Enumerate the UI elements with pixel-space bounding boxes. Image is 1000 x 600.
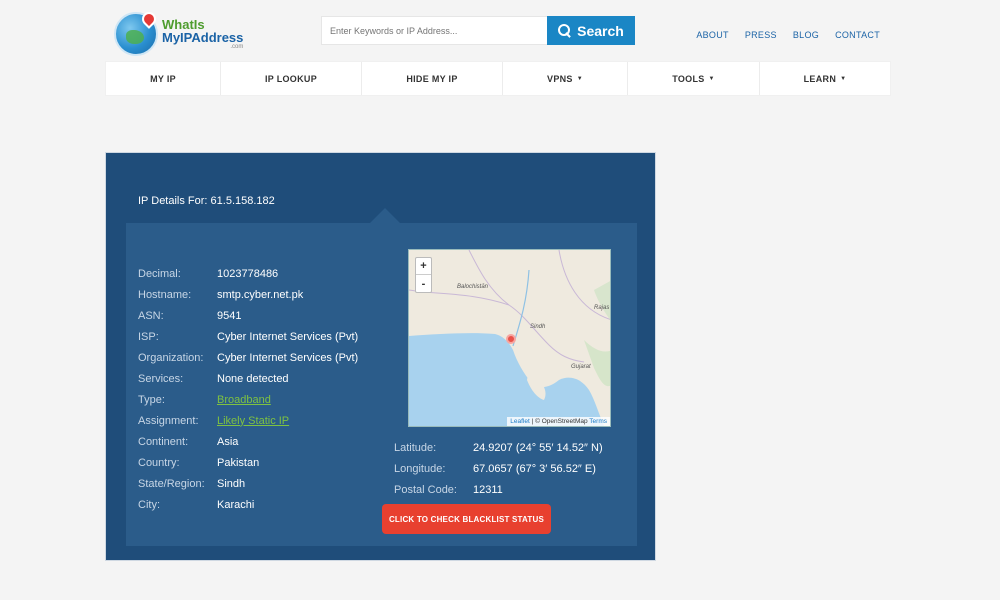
detail-label: ISP: <box>138 330 159 343</box>
detail-row-state: State/Region: Sindh <box>138 473 358 494</box>
terms-link[interactable]: Terms <box>589 418 607 425</box>
detail-value: smtp.cyber.net.pk <box>217 288 304 301</box>
geo-label: Latitude: <box>394 441 437 454</box>
detail-row-continent: Continent: Asia <box>138 431 358 452</box>
panel-notch <box>370 208 400 223</box>
osm-credit: | © OpenStreetMap <box>529 418 590 425</box>
geo-value: 12311 <box>473 483 503 496</box>
detail-label: Assignment: <box>138 414 199 427</box>
blog-link[interactable]: BLOG <box>793 30 819 40</box>
check-blacklist-button[interactable]: CLICK TO CHECK BLACKLIST STATUS <box>382 504 551 534</box>
leaflet-link[interactable]: Leaflet <box>510 418 530 425</box>
detail-value: 9541 <box>217 309 242 322</box>
detail-row-decimal: Decimal: 1023778486 <box>138 263 358 284</box>
detail-value: Cyber Internet Services (Pvt) <box>217 351 359 364</box>
location-pin-icon <box>139 9 159 29</box>
search-input[interactable] <box>321 16 548 45</box>
nav-ip-lookup-label: IP LOOKUP <box>264 73 318 84</box>
map-label-sindh: Sindh <box>530 324 546 330</box>
detail-row-hostname: Hostname: smtp.cyber.net.pk <box>138 284 358 305</box>
nav-learn-label: LEARN <box>803 73 837 84</box>
zoom-in-button[interactable]: + <box>416 258 431 275</box>
detail-row-asn: ASN: 9541 <box>138 305 358 326</box>
detail-value: 1023778486 <box>217 267 279 280</box>
ip-details-list: Decimal: 1023778486 Hostname: smtp.cyber.n… <box>138 263 358 515</box>
search-icon <box>558 24 571 37</box>
detail-row-type: Type: Broadband <box>138 389 358 410</box>
geo-label: Longitude: <box>394 462 446 475</box>
logo-text: WhatIs MyIPAddress .com <box>162 18 243 50</box>
geo-row-longitude: Longitude: 67.0657 (67° 3′ 56.52″ E) <box>394 458 603 479</box>
about-link[interactable]: ABOUT <box>696 30 729 40</box>
nav-vpns[interactable]: VPNS ▼ <box>503 62 628 95</box>
detail-value: None detected <box>217 372 289 385</box>
globe-icon <box>114 9 159 56</box>
nav-tools[interactable]: TOOLS ▼ <box>628 62 760 95</box>
search-button[interactable]: Search <box>547 16 635 45</box>
nav-my-ip[interactable]: MY IP <box>106 62 221 95</box>
contact-link[interactable]: CONTACT <box>835 30 880 40</box>
dropdown-caret-icon: ▼ <box>840 75 847 82</box>
logo-line-2: MyIPAddress <box>162 30 244 45</box>
main-navbar: MY IP IP LOOKUP HIDE MY IP VPNS ▼ TOOLS ▼ … <box>105 61 891 96</box>
press-link[interactable]: PRESS <box>745 30 777 40</box>
type-link[interactable]: Broadband <box>217 394 271 406</box>
map-label-balochistan: Balochistān <box>457 284 489 290</box>
location-map[interactable]: + - Balochistān Sindh Rajas Gujarat Leaf… <box>408 249 611 427</box>
detail-value: Cyber Internet Services (Pvt) <box>217 330 359 343</box>
detail-row-services: Services: None detected <box>138 368 358 389</box>
ip-details-body: Decimal: 1023778486 Hostname: smtp.cyber.n… <box>126 223 637 546</box>
geo-row-latitude: Latitude: 24.9207 (24° 55′ 14.52″ N) <box>394 437 603 458</box>
nav-tools-label: TOOLS <box>672 73 705 84</box>
map-zoom-control: + - <box>415 257 432 293</box>
detail-label: ASN: <box>138 309 164 322</box>
geo-value: 24.9207 (24° 55′ 14.52″ N) <box>473 441 603 454</box>
geo-label: Postal Code: <box>394 483 457 496</box>
zoom-out-button[interactable]: - <box>416 275 431 292</box>
detail-label: Country: <box>138 456 180 469</box>
detail-label: Hostname: <box>138 288 192 301</box>
dropdown-caret-icon: ▼ <box>708 75 715 82</box>
nav-ip-lookup[interactable]: IP LOOKUP <box>221 62 362 95</box>
nav-hide-my-ip[interactable]: HIDE MY IP <box>362 62 503 95</box>
dropdown-caret-icon: ▼ <box>576 75 583 82</box>
detail-value: Sindh <box>217 477 246 490</box>
search-button-label: Search <box>577 22 624 39</box>
detail-label: Decimal: <box>138 267 181 280</box>
detail-value: Asia <box>217 435 239 448</box>
detail-row-assignment: Assignment: Likely Static IP <box>138 410 358 431</box>
detail-label: Organization: <box>138 351 204 364</box>
detail-row-city: City: Karachi <box>138 494 358 515</box>
detail-value: Pakistan <box>217 456 260 469</box>
ip-details-title: IP Details For: 61.5.158.182 <box>138 195 275 207</box>
detail-value: Karachi <box>217 498 255 511</box>
location-marker-icon[interactable] <box>506 334 516 344</box>
ip-details-panel: IP Details For: 61.5.158.182 Decimal: 102… <box>105 152 656 561</box>
detail-label: City: <box>138 498 160 511</box>
map-label-rajasthan: Rajas <box>594 305 610 311</box>
nav-vpns-label: VPNS <box>547 73 573 84</box>
nav-hide-my-ip-label: HIDE MY IP <box>406 73 458 84</box>
detail-label: Services: <box>138 372 184 385</box>
detail-row-country: Country: Pakistan <box>138 452 358 473</box>
detail-label: Type: <box>138 393 165 406</box>
geo-row-postal-code: Postal Code: 12311 <box>394 479 603 500</box>
map-attribution: Leaflet | © OpenStreetMap Terms <box>507 417 610 426</box>
detail-label: State/Region: <box>138 477 205 490</box>
detail-row-organization: Organization: Cyber Internet Services (Pv… <box>138 347 358 368</box>
detail-label: Continent: <box>138 435 189 448</box>
assignment-link[interactable]: Likely Static IP <box>217 415 289 427</box>
top-links: ABOUT PRESS BLOG CONTACT <box>696 30 880 40</box>
detail-row-isp: ISP: Cyber Internet Services (Pvt) <box>138 326 358 347</box>
map-label-gujarat: Gujarat <box>571 364 591 370</box>
geo-details-list: Latitude: 24.9207 (24° 55′ 14.52″ N) Long… <box>394 437 603 500</box>
site-logo[interactable]: WhatIs MyIPAddress .com <box>114 9 254 58</box>
nav-learn[interactable]: LEARN ▼ <box>760 62 890 95</box>
geo-value: 67.0657 (67° 3′ 56.52″ E) <box>473 462 596 475</box>
nav-my-ip-label: MY IP <box>150 73 176 84</box>
